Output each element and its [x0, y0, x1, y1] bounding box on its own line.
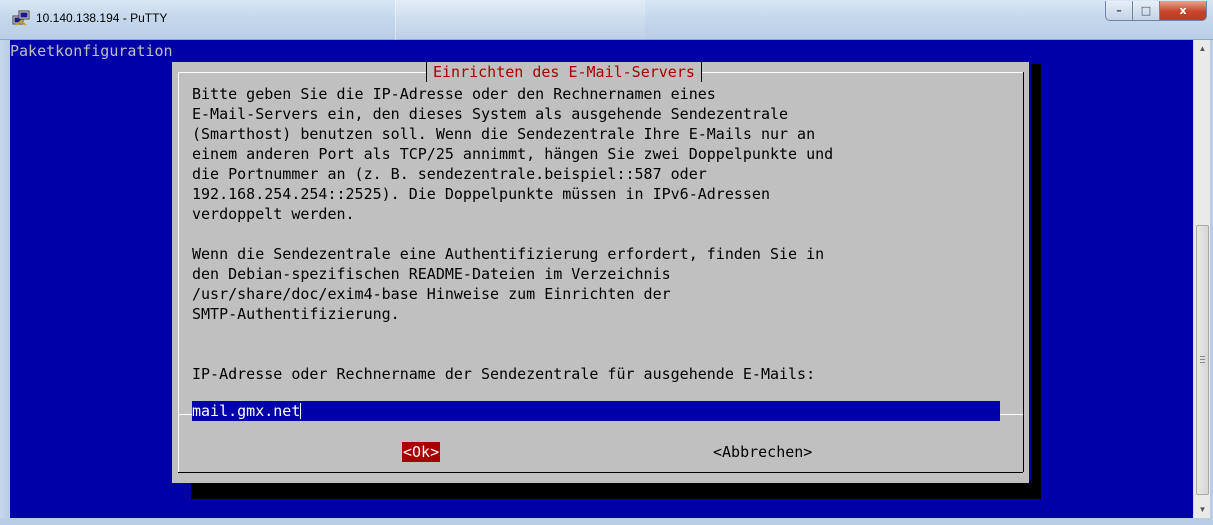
scroll-down-arrow-icon[interactable]: ▼ — [1194, 501, 1211, 518]
window-frame-bottom — [0, 518, 1213, 525]
dialog-border-right — [1023, 72, 1024, 472]
input-prompt: IP-Adresse oder Rechnername der Sendezen… — [192, 365, 816, 383]
dialog-description: Bitte geben Sie die IP-Adresse oder den … — [192, 85, 834, 323]
dialog-title: Einrichten des E-Mail-Servers — [426, 62, 702, 82]
config-dialog: Einrichten des E-Mail-Servers Bitte gebe… — [172, 62, 1029, 483]
cancel-button[interactable]: <Abbrechen> — [713, 442, 812, 462]
dialog-shadow-bottom — [191, 481, 1041, 499]
putty-icon — [12, 10, 30, 26]
minimize-button[interactable]: – — [1105, 1, 1133, 21]
terminal-area[interactable]: Paketkonfiguration Einrichten des E-Mail… — [10, 40, 1193, 518]
dialog-border-bottom — [178, 472, 1023, 473]
scroll-up-arrow-icon[interactable]: ▲ — [1194, 40, 1211, 57]
title-bar[interactable]: 10.140.138.194 - PuTTY – □ x — [0, 0, 1213, 40]
text-cursor — [300, 403, 302, 419]
smarthost-input[interactable]: mail.gmx.net — [192, 401, 1000, 421]
window-frame-left — [0, 40, 10, 525]
grip-icon — [1200, 356, 1205, 363]
backtitle: Paketkonfiguration — [10, 42, 173, 60]
ok-button[interactable]: <Ok> — [402, 442, 441, 462]
maximize-button[interactable]: □ — [1133, 1, 1160, 21]
close-button[interactable]: x — [1160, 1, 1207, 21]
dialog-border-left — [178, 72, 179, 472]
caption-buttons: – □ x — [1105, 1, 1207, 21]
window-title: 10.140.138.194 - PuTTY — [36, 11, 168, 25]
vertical-scrollbar[interactable]: ▲ ▼ — [1193, 40, 1210, 518]
smarthost-input-value: mail.gmx.net — [192, 402, 301, 420]
scrollbar-thumb[interactable] — [1196, 225, 1209, 495]
dialog-shadow-right — [1031, 64, 1041, 499]
background-window-ghost — [395, 0, 645, 40]
